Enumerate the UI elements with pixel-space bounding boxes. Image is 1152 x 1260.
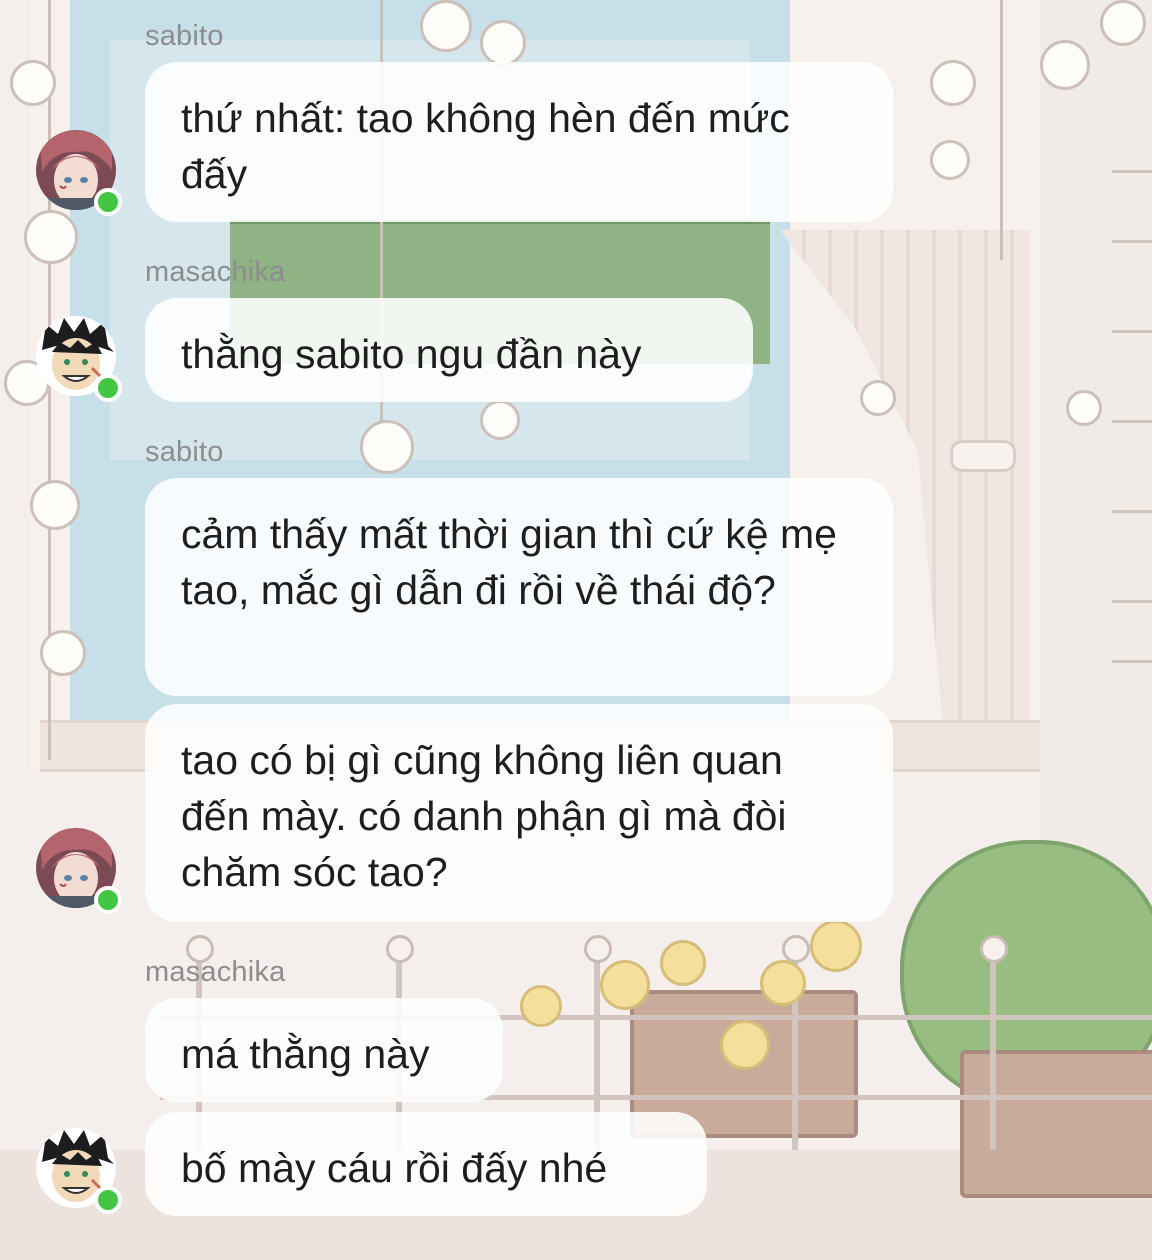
message-text: cảm thấy mất thời gian thì cứ kệ mẹ tao,…	[181, 511, 837, 613]
message-bubble[interactable]: tao có bị gì cũng không liên quan đến mà…	[145, 704, 893, 922]
sender-name: sabito	[145, 20, 224, 52]
online-status-dot	[94, 374, 122, 402]
sender-name: sabito	[145, 436, 224, 468]
message-bubble[interactable]: thứ nhất: tao không hèn đến mức đấy	[145, 62, 893, 222]
sender-name: masachika	[145, 956, 286, 988]
sabito-avatar[interactable]	[36, 130, 122, 216]
message-bubble[interactable]: bố mày cáu rồi đấy nhé	[145, 1112, 707, 1216]
online-status-dot	[94, 188, 122, 216]
message-bubble[interactable]: má thằng này	[145, 998, 503, 1102]
message-bubble[interactable]: cảm thấy mất thời gian thì cứ kệ mẹ tao,…	[145, 478, 893, 696]
chat-thread: sabito thứ nhất: tao không hèn đến mức đ…	[0, 0, 1152, 1260]
message-text: thằng sabito ngu đần này	[181, 331, 642, 377]
masachika-avatar[interactable]	[36, 1128, 122, 1214]
masachika-avatar[interactable]	[36, 316, 122, 402]
message-text: má thằng này	[181, 1031, 430, 1077]
message-bubble[interactable]: thằng sabito ngu đần này	[145, 298, 753, 402]
message-text: thứ nhất: tao không hèn đến mức đấy	[181, 95, 790, 197]
message-text: tao có bị gì cũng không liên quan đến mà…	[181, 737, 787, 895]
online-status-dot	[94, 1186, 122, 1214]
online-status-dot	[94, 886, 122, 914]
message-text: bố mày cáu rồi đấy nhé	[181, 1145, 608, 1191]
sender-name: masachika	[145, 256, 286, 288]
sabito-avatar[interactable]	[36, 828, 122, 914]
